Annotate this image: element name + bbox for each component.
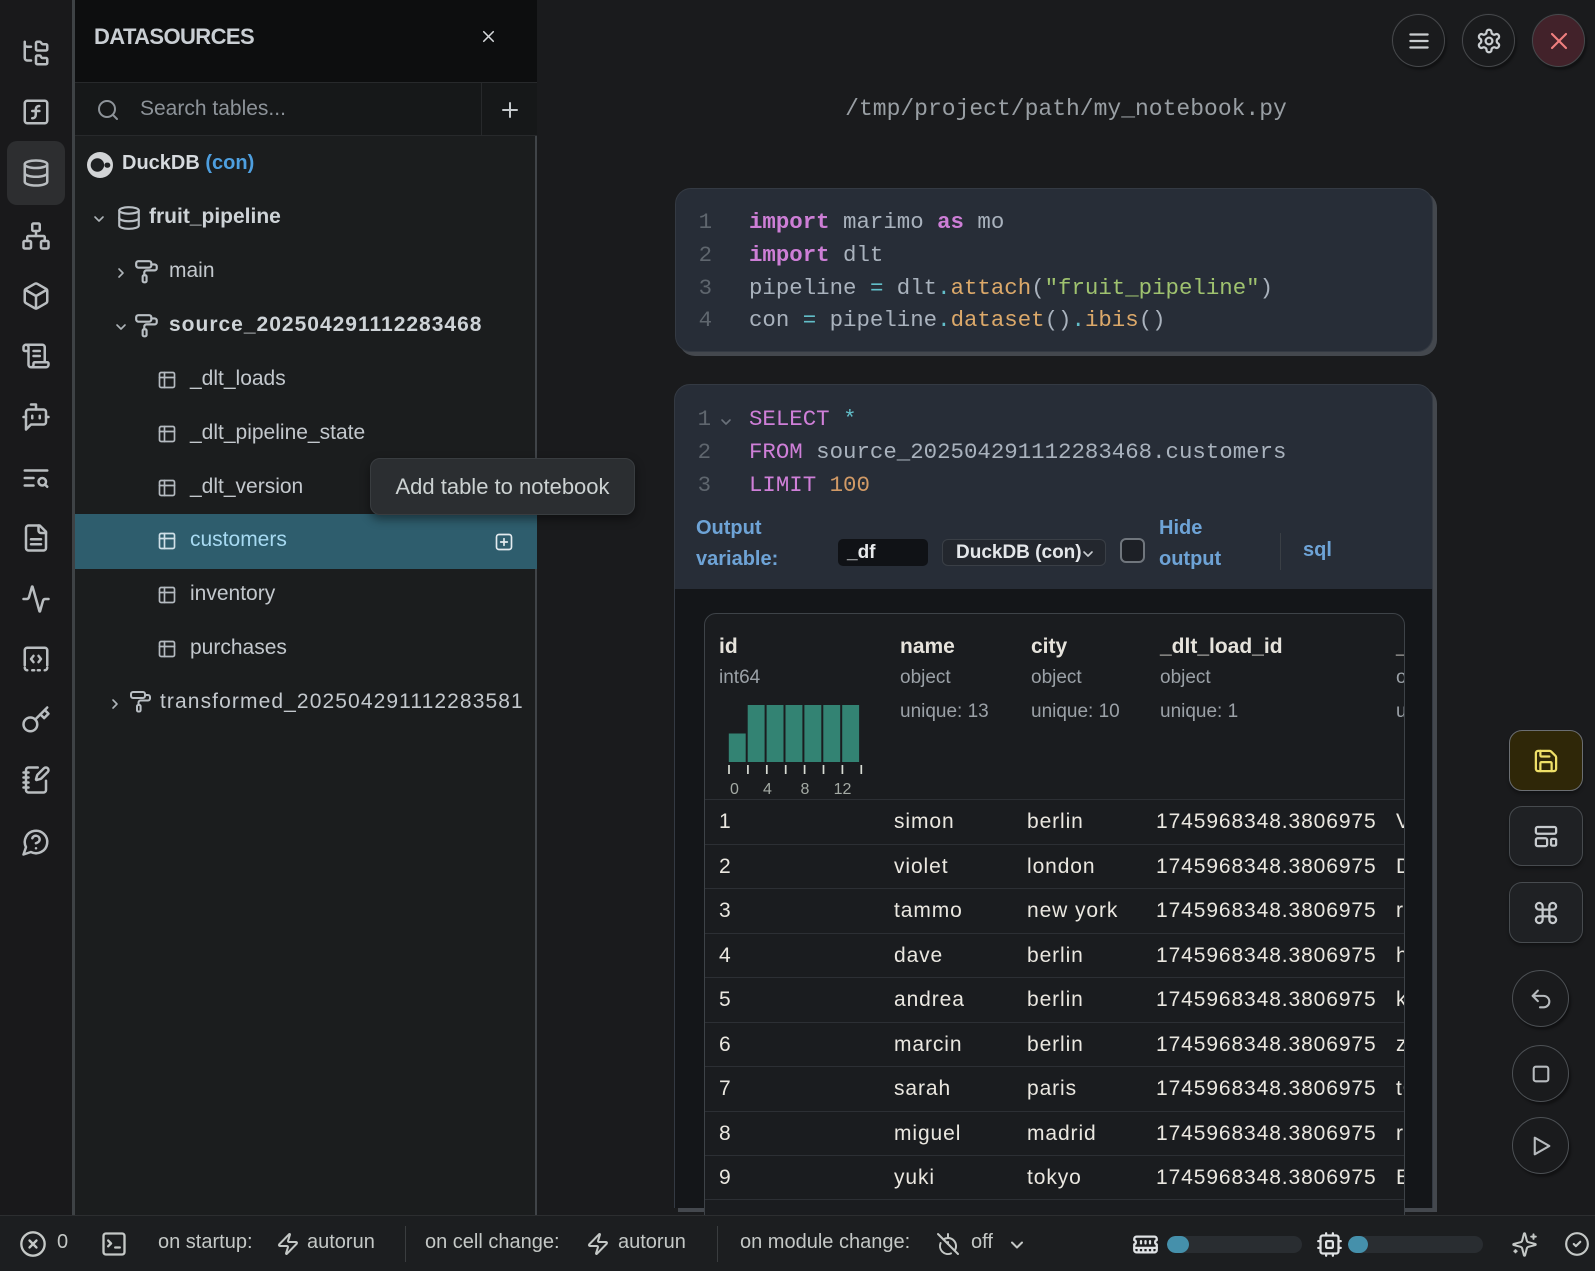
svg-text:8: 8	[801, 781, 810, 797]
svg-text:0: 0	[730, 781, 739, 797]
svg-text:4: 4	[763, 781, 772, 797]
svg-text:12: 12	[834, 781, 852, 797]
